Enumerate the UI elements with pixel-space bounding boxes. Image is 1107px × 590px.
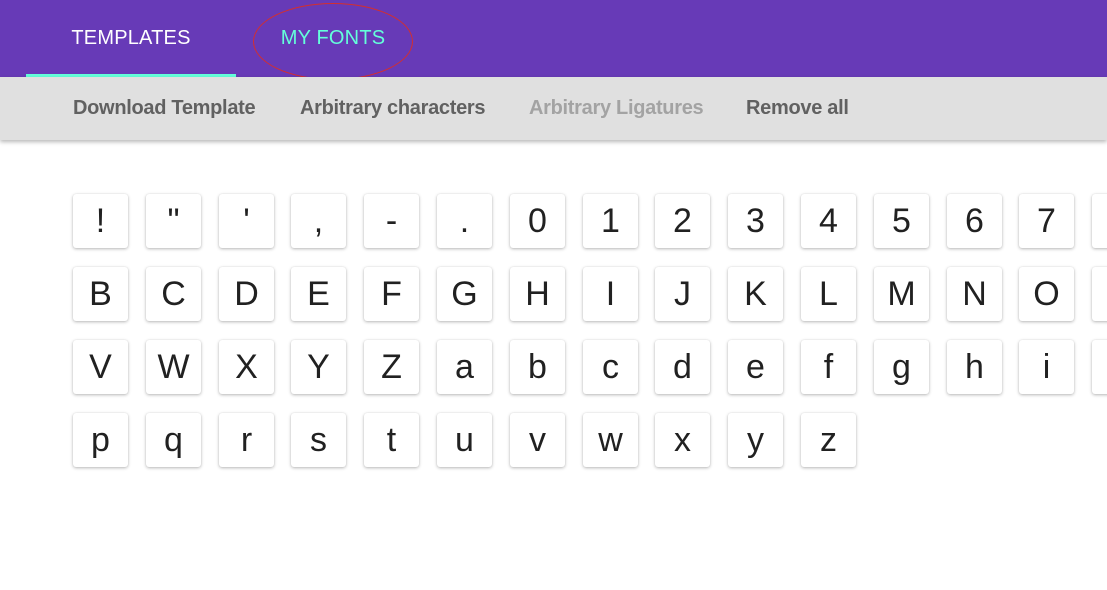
glyph-tile[interactable]: ' — [219, 194, 274, 248]
glyph-tile[interactable] — [1092, 340, 1107, 394]
toolbar: Download Template Arbitrary characters A… — [0, 77, 1107, 140]
glyph-tile[interactable]: J — [655, 267, 710, 321]
glyph-tile[interactable]: V — [73, 340, 128, 394]
glyph-tile[interactable]: C — [146, 267, 201, 321]
glyph-tile[interactable]: Y — [291, 340, 346, 394]
glyph-tile[interactable]: 1 — [583, 194, 638, 248]
glyph-tile[interactable]: r — [219, 413, 274, 467]
glyph-tile[interactable]: O — [1019, 267, 1074, 321]
glyph-tile[interactable]: B — [73, 267, 128, 321]
glyph-tile[interactable]: M — [874, 267, 929, 321]
glyph-tile[interactable]: E — [291, 267, 346, 321]
glyph-tile[interactable]: 0 — [510, 194, 565, 248]
glyph-tile[interactable]: u — [437, 413, 492, 467]
glyph-tile[interactable]: W — [146, 340, 201, 394]
tab-templates-label: TEMPLATES — [71, 27, 191, 49]
glyph-tile[interactable]: a — [437, 340, 492, 394]
glyph-tile[interactable]: ! — [73, 194, 128, 248]
glyph-tile[interactable]: q — [146, 413, 201, 467]
glyph-tile[interactable]: 5 — [874, 194, 929, 248]
glyph-tile[interactable]: d — [655, 340, 710, 394]
glyph-tile[interactable]: I — [583, 267, 638, 321]
tab-my-fonts-label: MY FONTS — [280, 27, 386, 49]
glyph-tile[interactable]: N — [947, 267, 1002, 321]
glyph-tile[interactable]: b — [510, 340, 565, 394]
glyph-tile[interactable]: L — [801, 267, 856, 321]
glyph-tile[interactable]: 4 — [801, 194, 856, 248]
glyph-tile[interactable]: h — [947, 340, 1002, 394]
glyph-tile[interactable]: H — [510, 267, 565, 321]
glyph-tile[interactable]: 3 — [728, 194, 783, 248]
arbitrary-ligatures-button: Arbitrary Ligatures — [529, 97, 704, 119]
glyph-tile[interactable]: p — [73, 413, 128, 467]
download-template-button[interactable]: Download Template — [73, 77, 256, 140]
glyph-tile[interactable]: - — [364, 194, 419, 248]
glyph-tile[interactable] — [1092, 267, 1107, 321]
glyph-tile[interactable]: w — [583, 413, 638, 467]
glyph-tile[interactable]: s — [291, 413, 346, 467]
tab-templates[interactable]: TEMPLATES — [26, 0, 236, 77]
glyph-tile[interactable]: D — [219, 267, 274, 321]
glyph-tile[interactable]: c — [583, 340, 638, 394]
glyph-tile[interactable]: z — [801, 413, 856, 467]
glyph-tile[interactable]: y — [728, 413, 783, 467]
glyph-tile[interactable]: . — [437, 194, 492, 248]
glyph-tile[interactable]: 7 — [1019, 194, 1074, 248]
glyph-tile[interactable] — [1092, 194, 1107, 248]
arbitrary-characters-button[interactable]: Arbitrary characters — [300, 77, 486, 140]
glyph-tile[interactable]: F — [364, 267, 419, 321]
tab-my-fonts[interactable]: MY FONTS — [236, 0, 430, 77]
glyph-tile[interactable]: v — [510, 413, 565, 467]
glyph-tile[interactable]: K — [728, 267, 783, 321]
glyph-tile[interactable]: 2 — [655, 194, 710, 248]
glyph-tile[interactable]: t — [364, 413, 419, 467]
glyph-tile[interactable]: , — [291, 194, 346, 248]
app-bar: TEMPLATES MY FONTS — [0, 0, 1107, 80]
remove-all-button[interactable]: Remove all — [746, 77, 849, 140]
glyph-tile[interactable]: 6 — [947, 194, 1002, 248]
glyph-tile[interactable]: i — [1019, 340, 1074, 394]
glyph-tile[interactable]: e — [728, 340, 783, 394]
glyph-tile[interactable]: X — [219, 340, 274, 394]
glyph-tile[interactable]: " — [146, 194, 201, 248]
glyph-tile[interactable]: f — [801, 340, 856, 394]
glyph-tile[interactable]: g — [874, 340, 929, 394]
glyph-tile[interactable]: G — [437, 267, 492, 321]
glyph-tile[interactable]: x — [655, 413, 710, 467]
glyph-tile[interactable]: Z — [364, 340, 419, 394]
